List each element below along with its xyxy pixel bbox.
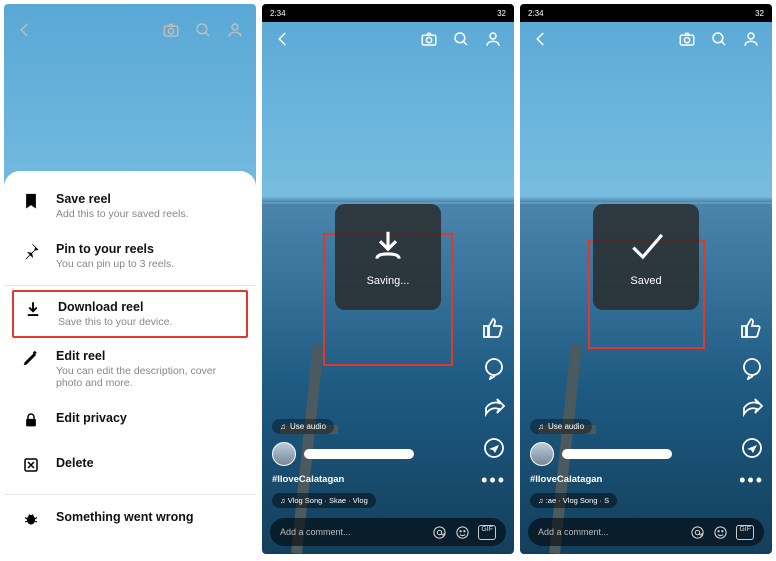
toast-label: Saved	[630, 275, 661, 287]
divider	[4, 494, 256, 495]
option-title: Delete	[56, 456, 94, 470]
option-sub: Add this to your saved reels.	[56, 208, 189, 220]
reel-meta: ♫Use audio #IloveCalatagan ♫ Vlog Song ·…	[272, 419, 454, 508]
option-download-reel[interactable]: Download reel Save this to your device.	[24, 300, 236, 328]
option-title: Something went wrong	[56, 510, 194, 524]
send-icon[interactable]	[740, 436, 764, 460]
option-sub: You can edit the description, cover phot…	[56, 365, 238, 389]
back-icon[interactable]	[274, 30, 292, 48]
profile-icon[interactable]	[226, 21, 244, 39]
avatar[interactable]	[530, 442, 554, 466]
option-pin-reel[interactable]: Pin to your reels You can pin up to 3 ree…	[4, 231, 256, 281]
top-bar	[4, 4, 256, 56]
action-sheet: Save reel Add this to your saved reels. P…	[4, 171, 256, 554]
option-edit-privacy[interactable]: Edit privacy	[4, 400, 256, 445]
panel-1-menu: Save reel Add this to your saved reels. P…	[4, 4, 256, 554]
emoji-icon[interactable]	[713, 525, 728, 540]
camera-icon[interactable]	[678, 30, 696, 48]
bookmark-icon	[22, 192, 42, 215]
toast-saved: Saved	[593, 204, 699, 310]
option-sub: You can pin up to 3 reels.	[56, 258, 174, 270]
comment-placeholder: Add a comment...	[538, 527, 609, 537]
x-box-icon	[22, 456, 42, 479]
camera-icon[interactable]	[162, 21, 180, 39]
use-audio-chip[interactable]: ♫Use audio	[272, 419, 334, 434]
pin-icon	[22, 242, 42, 265]
more-icon[interactable]: •••	[739, 476, 764, 484]
back-icon[interactable]	[16, 21, 34, 39]
status-time: 2:34	[270, 9, 286, 18]
panel-2-saving: 2:34 32 Saving... ••• ♫Use audio #I	[262, 4, 514, 554]
comment-icon[interactable]	[740, 356, 764, 380]
lock-icon	[22, 411, 42, 434]
username[interactable]	[304, 449, 414, 459]
search-icon[interactable]	[194, 21, 212, 39]
hashtag[interactable]: #IloveCalatagan	[530, 474, 712, 485]
search-icon[interactable]	[452, 30, 470, 48]
option-title: Edit privacy	[56, 411, 127, 425]
comment-bar[interactable]: Add a comment... GIF	[528, 518, 764, 546]
bug-icon	[22, 510, 42, 533]
option-something-wrong[interactable]: Something went wrong	[4, 499, 256, 544]
divider	[4, 285, 256, 286]
username[interactable]	[562, 449, 672, 459]
status-battery: 32	[755, 9, 764, 18]
option-title: Download reel	[58, 300, 172, 314]
toast-label: Saving...	[367, 275, 410, 287]
check-icon	[627, 227, 665, 265]
mention-icon[interactable]	[432, 525, 447, 540]
mention-icon[interactable]	[690, 525, 705, 540]
reel-meta: ♫Use audio #IloveCalatagan ♫ :ae · Vlog …	[530, 419, 712, 508]
hashtag[interactable]: #IloveCalatagan	[272, 474, 454, 485]
more-icon[interactable]: •••	[481, 476, 506, 484]
comment-placeholder: Add a comment...	[280, 527, 351, 537]
use-audio-chip[interactable]: ♫Use audio	[530, 419, 592, 434]
share-icon[interactable]	[740, 396, 764, 420]
highlight-download: Download reel Save this to your device.	[12, 290, 248, 338]
reel-actions: •••	[739, 316, 764, 484]
status-bar: 2:34 32	[262, 4, 514, 22]
music-chip[interactable]: ♫ :ae · Vlog Song · S	[530, 493, 617, 508]
comment-icon[interactable]	[482, 356, 506, 380]
status-time: 2:34	[528, 9, 544, 18]
panel-3-saved: 2:34 32 Saved ••• ♫Use audio #Ilove	[520, 4, 772, 554]
option-title: Edit reel	[56, 349, 238, 363]
status-bar: 2:34 32	[520, 4, 772, 22]
comment-bar[interactable]: Add a comment... GIF	[270, 518, 506, 546]
top-bar	[520, 22, 772, 56]
status-battery: 32	[497, 9, 506, 18]
search-icon[interactable]	[710, 30, 728, 48]
like-icon[interactable]	[482, 316, 506, 340]
option-title: Pin to your reels	[56, 242, 174, 256]
toast-saving: Saving...	[335, 204, 441, 310]
emoji-icon[interactable]	[455, 525, 470, 540]
option-title: Save reel	[56, 192, 189, 206]
option-save-reel[interactable]: Save reel Add this to your saved reels.	[4, 181, 256, 231]
like-icon[interactable]	[740, 316, 764, 340]
music-chip[interactable]: ♫ Vlog Song · Skae · Vlog	[272, 493, 376, 508]
gif-icon[interactable]: GIF	[736, 525, 754, 540]
profile-icon[interactable]	[742, 30, 760, 48]
option-edit-reel[interactable]: Edit reel You can edit the description, c…	[4, 338, 256, 400]
profile-icon[interactable]	[484, 30, 502, 48]
top-bar	[262, 22, 514, 56]
send-icon[interactable]	[482, 436, 506, 460]
download-icon	[24, 300, 44, 323]
pencil-icon	[22, 349, 42, 372]
back-icon[interactable]	[532, 30, 550, 48]
gif-icon[interactable]: GIF	[478, 525, 496, 540]
download-icon	[369, 227, 407, 265]
option-sub: Save this to your device.	[58, 316, 172, 328]
camera-icon[interactable]	[420, 30, 438, 48]
share-icon[interactable]	[482, 396, 506, 420]
option-delete[interactable]: Delete	[4, 445, 256, 490]
avatar[interactable]	[272, 442, 296, 466]
reel-actions: •••	[481, 316, 506, 484]
